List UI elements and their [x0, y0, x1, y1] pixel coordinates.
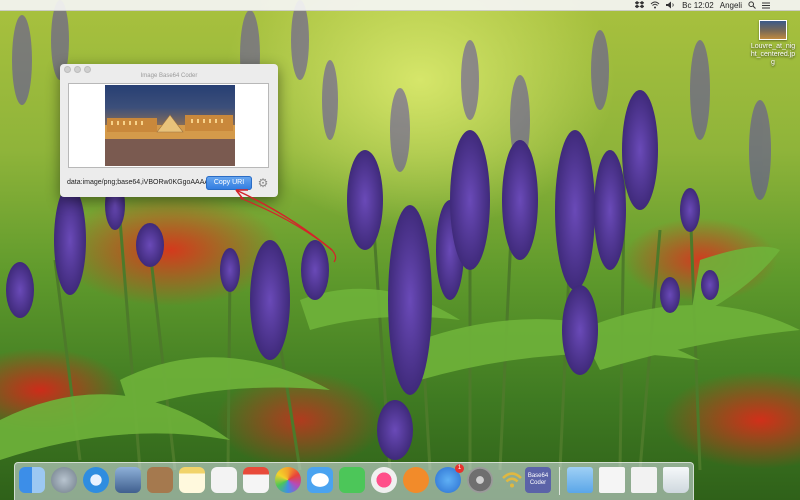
preview-image [105, 85, 235, 166]
volume-icon[interactable] [666, 0, 676, 11]
dock: 1 Base64 Coder [14, 462, 694, 500]
base64-coder-window: Image Base64 Coder data:image/png;base64… [60, 64, 278, 197]
facetime-icon[interactable] [339, 467, 365, 493]
finder-icon[interactable] [19, 467, 45, 493]
menubar-clock[interactable]: Вс 12:02 [682, 0, 714, 11]
zoom-icon[interactable] [84, 66, 91, 73]
desktop-file-label: Louvre_at_night_centered.jpg [750, 43, 796, 66]
base64-coder-icon[interactable]: Base64 Coder [525, 467, 551, 493]
desktop-file[interactable]: Louvre_at_night_centered.jpg [749, 20, 797, 67]
system-preferences-icon[interactable] [467, 467, 493, 493]
document-icon[interactable] [599, 467, 625, 493]
window-controls [64, 66, 91, 73]
window-titlebar[interactable]: Image Base64 Coder [60, 64, 278, 79]
gear-icon[interactable]: ⚙ [256, 176, 270, 190]
notes-icon[interactable] [179, 467, 205, 493]
base64-coder-label: Base64 Coder [527, 473, 549, 486]
ibooks-icon[interactable] [403, 467, 429, 493]
window-title: Image Base64 Coder [140, 73, 198, 79]
safari-icon[interactable] [83, 467, 109, 493]
contacts-icon[interactable] [147, 467, 173, 493]
wifi-icon[interactable] [650, 0, 660, 11]
itunes-icon[interactable] [371, 467, 397, 493]
close-icon[interactable] [64, 66, 71, 73]
menubar-user[interactable]: Angeli [720, 0, 742, 11]
photos-icon[interactable] [275, 467, 301, 493]
copy-uri-button[interactable]: Copy URI [206, 176, 252, 190]
dropbox-icon[interactable] [635, 0, 645, 11]
trash-icon[interactable] [663, 467, 689, 493]
image-drop-well[interactable] [68, 83, 269, 168]
reminders-icon[interactable] [211, 467, 237, 493]
calendar-icon[interactable] [243, 467, 269, 493]
image-file-icon[interactable] [759, 20, 787, 40]
launchpad-icon[interactable] [51, 467, 77, 493]
file-icon[interactable] [631, 467, 657, 493]
minimize-icon[interactable] [74, 66, 81, 73]
menu-bar: Вс 12:02 Angeli [0, 0, 800, 11]
app-store-badge: 1 [455, 464, 464, 473]
wifi-status-icon[interactable] [499, 467, 525, 493]
dock-separator [559, 467, 560, 495]
base64-output-field[interactable]: data:image/png;base64,iVBORw0KGgoAAAANSU… [67, 177, 207, 189]
list-icon[interactable] [762, 0, 770, 11]
messages-icon[interactable] [307, 467, 333, 493]
search-icon[interactable] [748, 0, 756, 11]
preview-icon[interactable] [115, 467, 141, 493]
folder-icon[interactable] [567, 467, 593, 493]
